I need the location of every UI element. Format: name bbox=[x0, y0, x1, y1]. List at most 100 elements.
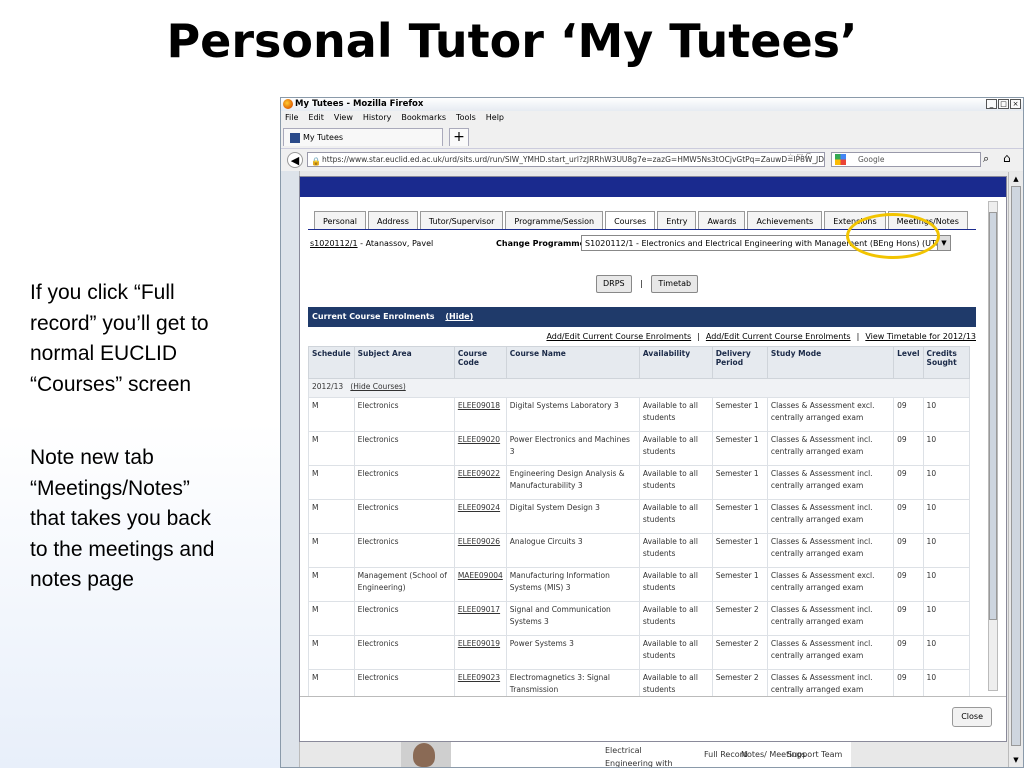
col-study-mode: Study Mode bbox=[766, 346, 895, 379]
col-subject-area: Subject Area bbox=[353, 346, 455, 379]
tab-label: My Tutees bbox=[303, 133, 344, 142]
enrolment-actions: Add/Edit Current Course Enrolments | Add/E… bbox=[546, 332, 976, 341]
url-input[interactable]: 🔒 https://www.star.euclid.ed.ac.uk/urd/s… bbox=[307, 152, 825, 167]
search-input[interactable]: Google bbox=[831, 152, 981, 167]
note-line: that takes you back bbox=[30, 507, 211, 530]
cell-name: Manufacturing Information Systems (MIS) … bbox=[505, 567, 640, 602]
back-arrow-icon[interactable]: ◀ bbox=[287, 152, 303, 168]
cell-schedule: M bbox=[308, 533, 355, 568]
menu-bookmarks[interactable]: Bookmarks bbox=[401, 113, 446, 122]
menu-tools[interactable]: Tools bbox=[456, 113, 476, 122]
course-enrolments-table: Schedule Subject Area Course Code Course… bbox=[308, 346, 971, 704]
cell-level: 09 bbox=[893, 635, 924, 670]
cell-code[interactable]: ELEE09018 bbox=[453, 397, 507, 432]
new-tab-button[interactable]: + bbox=[449, 128, 469, 146]
cell-code[interactable]: MAEE09004 bbox=[453, 567, 507, 602]
cell-credits: 10 bbox=[922, 431, 971, 466]
menu-help[interactable]: Help bbox=[486, 113, 504, 122]
timetab-button[interactable]: Timetab bbox=[651, 275, 699, 293]
note-line: normal EUCLID bbox=[30, 342, 178, 365]
cell-period: Semester 1 bbox=[711, 397, 768, 432]
cell-level: 09 bbox=[893, 499, 924, 534]
firefox-window: My Tutees - Mozilla Firefox _ □ × File E… bbox=[280, 97, 1024, 768]
note-full-record: If you click “Full record” you’ll get to… bbox=[30, 278, 280, 400]
cell-level: 09 bbox=[893, 465, 924, 500]
site-favicon-icon bbox=[290, 132, 300, 143]
table-row: M Electronics ELEE09024 Digital System Desi… bbox=[308, 499, 971, 534]
cell-credits: 10 bbox=[922, 635, 971, 670]
courses-dialog: Personal Address Tutor/Supervisor Progra… bbox=[299, 176, 1007, 742]
dialog-scroll-thumb[interactable] bbox=[989, 212, 997, 620]
tab-tutor-supervisor[interactable]: Tutor/Supervisor bbox=[419, 211, 504, 230]
cell-availability: Available to all students bbox=[638, 465, 713, 500]
menu-view[interactable]: View bbox=[334, 113, 353, 122]
bg-support-team-link[interactable]: Support Team bbox=[787, 748, 842, 761]
scroll-up-icon[interactable]: ▲ bbox=[1011, 174, 1021, 184]
bookmark-star-icon[interactable]: ☆ ▽ C bbox=[787, 152, 811, 161]
add-edit-enrolments-link-2[interactable]: Add/Edit Current Course Enrolments bbox=[706, 332, 851, 341]
add-edit-enrolments-link[interactable]: Add/Edit Current Course Enrolments bbox=[546, 332, 691, 341]
cell-credits: 10 bbox=[922, 499, 971, 534]
cell-level: 09 bbox=[893, 533, 924, 568]
year-row: 2012/13 (Hide Courses) bbox=[308, 378, 970, 398]
cell-level: 09 bbox=[893, 601, 924, 636]
menu-file[interactable]: File bbox=[285, 113, 298, 122]
close-window-button[interactable]: × bbox=[1010, 99, 1021, 109]
bg-programme-line2: Engineering with bbox=[605, 759, 673, 768]
cell-code[interactable]: ELEE09020 bbox=[453, 431, 507, 466]
cell-mode: Classes & Assessment incl. centrally arr… bbox=[766, 465, 895, 500]
minimize-button[interactable]: _ bbox=[986, 99, 997, 109]
drps-button[interactable]: DRPS bbox=[596, 275, 632, 293]
cell-code[interactable]: ELEE09026 bbox=[453, 533, 507, 568]
cell-schedule: M bbox=[308, 397, 355, 432]
student-id-link[interactable]: s1020112/1 bbox=[310, 239, 358, 248]
cell-period: Semester 1 bbox=[711, 533, 768, 568]
tab-personal[interactable]: Personal bbox=[314, 211, 367, 230]
tab-awards[interactable]: Awards bbox=[698, 211, 746, 230]
tab-courses[interactable]: Courses bbox=[605, 211, 656, 230]
scroll-down-icon[interactable]: ▼ bbox=[1011, 755, 1021, 765]
tab-achievements[interactable]: Achievements bbox=[747, 211, 823, 230]
tab-entry[interactable]: Entry bbox=[657, 211, 697, 230]
tab-my-tutees[interactable]: My Tutees bbox=[283, 128, 443, 146]
cell-availability: Available to all students bbox=[638, 567, 713, 602]
student-name: - Atanassov, Pavel bbox=[357, 239, 434, 248]
hide-courses-link[interactable]: (Hide Courses) bbox=[350, 382, 405, 391]
scroll-thumb[interactable] bbox=[1011, 186, 1021, 746]
url-text: https://www.star.euclid.ed.ac.uk/urd/sit… bbox=[322, 155, 825, 164]
hide-section-link[interactable]: (Hide) bbox=[445, 312, 473, 321]
cell-code[interactable]: ELEE09017 bbox=[453, 601, 507, 636]
cell-period: Semester 2 bbox=[711, 601, 768, 636]
tab-address[interactable]: Address bbox=[368, 211, 418, 230]
col-course-code: Course Code bbox=[453, 346, 507, 379]
maximize-button[interactable]: □ bbox=[998, 99, 1009, 109]
col-delivery-period: Delivery Period bbox=[711, 346, 768, 379]
note-line: to the meetings and bbox=[30, 537, 215, 561]
dialog-scrollbar[interactable] bbox=[988, 201, 998, 691]
cell-period: Semester 1 bbox=[711, 431, 768, 466]
note-meetings-tab: Note new tab “Meetings/Notes” that takes… bbox=[30, 443, 280, 596]
cell-code[interactable]: ELEE09019 bbox=[453, 635, 507, 670]
cell-level: 09 bbox=[893, 397, 924, 432]
cell-period: Semester 1 bbox=[711, 465, 768, 500]
cell-availability: Available to all students bbox=[638, 533, 713, 568]
meetings-notes-highlight-circle bbox=[846, 213, 940, 259]
magnifier-icon[interactable]: ⌕ bbox=[983, 152, 989, 166]
tab-programme-session[interactable]: Programme/Session bbox=[505, 211, 604, 230]
page-scrollbar[interactable]: ▲ ▼ bbox=[1008, 172, 1023, 767]
cell-subject: Electronics bbox=[353, 499, 455, 534]
table-header-row: Schedule Subject Area Course Code Course… bbox=[308, 346, 971, 379]
menu-history[interactable]: History bbox=[363, 113, 391, 122]
view-timetable-link[interactable]: View Timetable for 2012/13 bbox=[865, 332, 976, 341]
cell-period: Semester 2 bbox=[711, 635, 768, 670]
cell-code[interactable]: ELEE09024 bbox=[453, 499, 507, 534]
cell-level: 09 bbox=[893, 431, 924, 466]
cell-code[interactable]: ELEE09022 bbox=[453, 465, 507, 500]
menu-edit[interactable]: Edit bbox=[308, 113, 324, 122]
note-line: “Courses” screen bbox=[30, 372, 192, 396]
home-icon[interactable]: ⌂ bbox=[1003, 151, 1011, 165]
close-button[interactable]: Close bbox=[952, 707, 992, 727]
cell-mode: Classes & Assessment excl. centrally arr… bbox=[766, 567, 895, 602]
year-label: 2012/13 bbox=[312, 382, 344, 391]
cell-schedule: M bbox=[308, 635, 355, 670]
